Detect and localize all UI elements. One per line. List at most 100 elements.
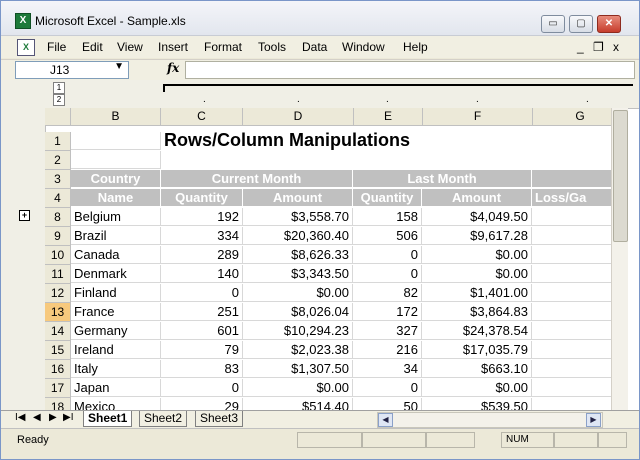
row-header[interactable]: 14 [45, 322, 71, 341]
cell-quantity-current[interactable]: 0 [161, 379, 243, 397]
cell-amount-last[interactable]: $0.00 [422, 379, 532, 397]
header-quantity-last[interactable]: Quantity [353, 189, 422, 207]
cell-quantity-current[interactable]: 251 [161, 303, 243, 321]
cell-quantity-current[interactable]: 29 [161, 398, 243, 410]
cell-country[interactable]: Mexico [71, 398, 161, 410]
menu-view[interactable]: View [117, 40, 143, 54]
cell-quantity-current[interactable]: 0 [161, 284, 243, 302]
cell-country[interactable]: Canada [71, 246, 161, 264]
cell-quantity-current[interactable]: 289 [161, 246, 243, 264]
first-sheet-icon[interactable]: I◀ [15, 412, 25, 423]
cell-amount-last[interactable]: $24,378.54 [422, 322, 532, 340]
header-current-month[interactable]: Current Month [161, 170, 353, 188]
column-header-b[interactable]: B [71, 108, 161, 126]
cell-quantity-last[interactable]: 158 [353, 208, 422, 226]
cell[interactable] [532, 398, 612, 410]
header-country[interactable]: Country [71, 170, 161, 188]
header-amount-current[interactable]: Amount [243, 189, 353, 207]
menu-format[interactable]: Format [204, 40, 242, 54]
column-header-c[interactable]: C [161, 108, 243, 126]
cell-quantity-last[interactable]: 0 [353, 246, 422, 264]
cell-amount-current[interactable]: $3,343.50 [243, 265, 353, 283]
cell[interactable] [532, 303, 612, 321]
cell-quantity-last[interactable]: 172 [353, 303, 422, 321]
cell-country[interactable]: France [71, 303, 161, 321]
cell-quantity-last[interactable]: 506 [353, 227, 422, 245]
cell-amount-last[interactable]: $1,401.00 [422, 284, 532, 302]
cell-quantity-current[interactable]: 79 [161, 341, 243, 359]
doc-close-button[interactable]: x [613, 40, 619, 54]
cell-quantity-last[interactable]: 216 [353, 341, 422, 359]
cell-quantity-current[interactable]: 140 [161, 265, 243, 283]
menu-tools[interactable]: Tools [258, 40, 286, 54]
cell-country[interactable]: Denmark [71, 265, 161, 283]
cell-amount-current[interactable]: $2,023.38 [243, 341, 353, 359]
restore-button[interactable]: ▢ [569, 15, 593, 33]
cell-country[interactable]: Ireland [71, 341, 161, 359]
cell-country[interactable]: Italy [71, 360, 161, 378]
row-header[interactable]: 2 [45, 151, 71, 170]
header-amount-last[interactable]: Amount [422, 189, 532, 207]
cell-quantity-current[interactable]: 192 [161, 208, 243, 226]
cell[interactable] [71, 132, 161, 150]
row-header[interactable]: 12 [45, 284, 71, 303]
cell[interactable] [532, 360, 612, 378]
scroll-left-icon[interactable]: ◀ [378, 413, 393, 427]
cell-country[interactable]: Japan [71, 379, 161, 397]
cell-country[interactable]: Finland [71, 284, 161, 302]
cell-amount-last[interactable]: $9,617.28 [422, 227, 532, 245]
cell-quantity-last[interactable]: 0 [353, 265, 422, 283]
row-header[interactable]: 18 [45, 398, 71, 410]
insert-function-icon[interactable]: fx [167, 61, 179, 75]
cell-amount-last[interactable]: $3,864.83 [422, 303, 532, 321]
cell-quantity-last[interactable]: 82 [353, 284, 422, 302]
menu-file[interactable]: File [47, 40, 66, 54]
cell[interactable] [532, 341, 612, 359]
formula-input[interactable] [185, 61, 635, 79]
cell[interactable] [532, 322, 612, 340]
previous-sheet-icon[interactable]: ◀ [33, 412, 41, 423]
cell-amount-last[interactable]: $4,049.50 [422, 208, 532, 226]
menu-help[interactable]: Help [403, 40, 428, 54]
minimize-button[interactable]: ▭ [541, 15, 565, 33]
cell[interactable] [532, 379, 612, 397]
horizontal-scrollbar[interactable]: ◀ ▶ [377, 412, 603, 428]
row-header[interactable]: 1 [45, 132, 71, 151]
row-header[interactable]: 8 [45, 208, 71, 227]
cell-amount-current[interactable]: $8,026.04 [243, 303, 353, 321]
header-loss-gain[interactable]: Loss/Ga [532, 189, 612, 207]
column-header-d[interactable]: D [243, 108, 354, 126]
header-name[interactable]: Name [71, 189, 161, 207]
cell-quantity-current[interactable]: 601 [161, 322, 243, 340]
name-box[interactable]: J13 ▼ [15, 61, 129, 79]
close-button[interactable]: ✕ [597, 15, 621, 33]
row-header[interactable]: 4 [45, 189, 71, 208]
cell[interactable] [532, 284, 612, 302]
cell-amount-last[interactable]: $0.00 [422, 246, 532, 264]
cell-amount-current[interactable]: $514.40 [243, 398, 353, 410]
last-sheet-icon[interactable]: ▶I [63, 412, 73, 423]
vertical-scroll-thumb[interactable] [613, 110, 628, 242]
cell-amount-current[interactable]: $8,626.33 [243, 246, 353, 264]
cell-quantity-last[interactable]: 327 [353, 322, 422, 340]
tab-sheet3[interactable]: Sheet3 [195, 411, 244, 427]
cell-amount-last[interactable]: $17,035.79 [422, 341, 532, 359]
cell-amount-current[interactable]: $1,307.50 [243, 360, 353, 378]
menu-edit[interactable]: Edit [82, 40, 103, 54]
row-header[interactable]: 9 [45, 227, 71, 246]
cell-amount-current[interactable]: $10,294.23 [243, 322, 353, 340]
vertical-scrollbar[interactable] [611, 108, 628, 410]
column-outline-level-1[interactable]: 1 [53, 82, 65, 94]
column-header-e[interactable]: E [354, 108, 423, 126]
scroll-right-icon[interactable]: ▶ [586, 413, 601, 427]
cell[interactable] [532, 265, 612, 283]
menu-window[interactable]: Window [342, 40, 385, 54]
expand-group-icon[interactable]: + [19, 210, 30, 221]
excel-app-icon[interactable]: X [15, 13, 31, 29]
row-header[interactable]: 15 [45, 341, 71, 360]
header-blank[interactable] [532, 170, 612, 188]
column-outline-level-2[interactable]: 2 [53, 94, 65, 106]
cell[interactable] [532, 208, 612, 226]
cell-quantity-last[interactable]: 34 [353, 360, 422, 378]
chevron-down-icon[interactable]: ▼ [114, 61, 124, 72]
